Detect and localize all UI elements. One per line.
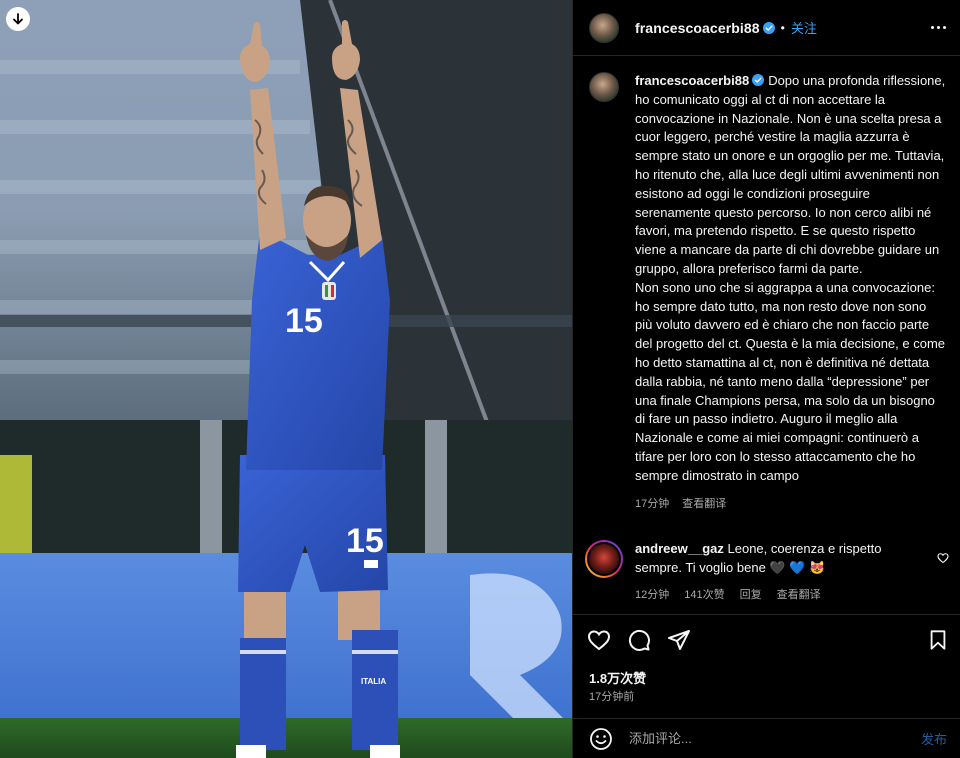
jersey-number: 15 bbox=[285, 302, 323, 340]
caption-author-avatar[interactable] bbox=[589, 72, 619, 102]
bookmark-icon bbox=[930, 630, 946, 650]
divider bbox=[573, 614, 960, 616]
commenter-avatar[interactable] bbox=[585, 540, 623, 578]
shorts-number: 15 bbox=[346, 522, 384, 560]
post-timestamp: 17分钟前 bbox=[589, 691, 635, 703]
post-comment-button[interactable]: 发布 bbox=[921, 729, 947, 748]
caption: francescoacerbi88 Dopo una profonda rifle… bbox=[573, 72, 960, 511]
separator-dot: • bbox=[780, 20, 785, 35]
author-username[interactable]: francescoacerbi88 bbox=[635, 20, 760, 36]
comment-translate-link[interactable]: 查看翻译 bbox=[777, 586, 821, 602]
caption-translate-link[interactable]: 查看翻译 bbox=[682, 495, 726, 511]
likes-count[interactable]: 1.8万次赞 bbox=[589, 668, 646, 687]
download-icon bbox=[13, 13, 23, 25]
emoji-smiley-icon bbox=[590, 727, 612, 750]
more-options-button[interactable] bbox=[931, 26, 946, 29]
post-header: francescoacerbi88 • 关注 bbox=[573, 0, 960, 56]
more-dot bbox=[937, 26, 940, 29]
download-button[interactable] bbox=[6, 7, 30, 31]
emoji-button[interactable] bbox=[589, 727, 613, 751]
comment-button[interactable] bbox=[627, 628, 651, 652]
caption-time: 17分钟 bbox=[635, 497, 670, 510]
sock-label: ITALIA bbox=[361, 677, 386, 686]
comment-text: andreew__gaz Leone, coerenza e rispetto … bbox=[635, 540, 925, 577]
author-avatar[interactable] bbox=[589, 12, 619, 43]
caption-meta: 17分钟 查看翻译 bbox=[635, 495, 947, 511]
commenter-username[interactable]: andreew__gaz bbox=[635, 541, 724, 556]
comment-input[interactable] bbox=[629, 731, 921, 746]
like-button[interactable] bbox=[587, 628, 611, 652]
comment-composer: 发布 bbox=[573, 718, 960, 758]
more-horizontal-icon bbox=[931, 26, 934, 29]
player-photo-illustration: ITALIA 15 15 bbox=[0, 0, 572, 758]
comment-bubble-icon bbox=[628, 629, 650, 651]
paper-plane-icon bbox=[668, 630, 690, 650]
caption-text: francescoacerbi88 Dopo una profonda rifle… bbox=[635, 72, 947, 486]
comment-like-heart-icon[interactable] bbox=[937, 552, 949, 564]
comment-body: andreew__gaz Leone, coerenza e rispetto … bbox=[635, 540, 925, 602]
caption-author-username[interactable]: francescoacerbi88 bbox=[635, 73, 749, 88]
comment-item: andreew__gaz Leone, coerenza e rispetto … bbox=[573, 540, 960, 602]
comment-meta: 12分钟 141次赞 回复 查看翻译 bbox=[635, 586, 925, 602]
more-dot bbox=[943, 26, 946, 29]
comment-time: 12分钟 bbox=[635, 589, 670, 602]
caption-body: francescoacerbi88 Dopo una profonda rifle… bbox=[635, 72, 947, 511]
post-side-panel: francescoacerbi88 • 关注 francescoacerbi88… bbox=[572, 0, 960, 758]
follow-button[interactable]: 关注 bbox=[791, 18, 817, 37]
share-button[interactable] bbox=[667, 628, 691, 652]
verified-badge-icon bbox=[762, 21, 775, 34]
comment-reply-button[interactable]: 回复 bbox=[740, 586, 762, 602]
post-actions bbox=[587, 626, 949, 654]
verified-badge-icon bbox=[752, 74, 765, 86]
comment-likes[interactable]: 141次赞 bbox=[684, 586, 724, 602]
comment-emojis: 🖤 💙 😻 bbox=[769, 559, 826, 575]
post-photo[interactable]: ITALIA 15 15 bbox=[0, 0, 572, 758]
heart-icon bbox=[587, 630, 611, 651]
save-button[interactable] bbox=[927, 629, 949, 651]
caption-content: Dopo una profonda riflessione, ho comuni… bbox=[635, 73, 946, 483]
